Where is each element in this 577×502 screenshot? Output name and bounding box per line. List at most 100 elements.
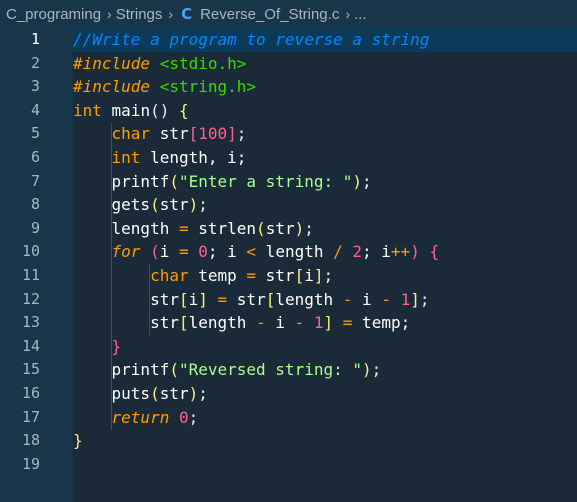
code-token: #include [73, 53, 151, 73]
code-token: str [150, 124, 189, 144]
breadcrumb-folder-c-programing[interactable]: C_programing [0, 6, 101, 23]
code-text: int length, i; [73, 146, 247, 170]
code-token: i [188, 289, 199, 309]
code-token: ; [371, 360, 382, 380]
code-line[interactable]: 17 return 0; [0, 406, 577, 430]
code-token: < [246, 242, 257, 262]
code-line[interactable]: 15 printf("Reversed string: "); [0, 358, 577, 382]
indent-guide [149, 264, 150, 335]
code-token: str [159, 195, 189, 215]
breadcrumb-ellipsis[interactable]: ... [354, 6, 367, 23]
code-token: temp [188, 266, 247, 285]
code-line[interactable]: 10 for (i = 0; i < length / 2; i++) { [0, 240, 577, 264]
code-token: ++ [390, 242, 411, 262]
code-line[interactable]: 13 str[length - i - 1] = temp; [0, 311, 577, 335]
line-number: 12 [21, 289, 40, 308]
code-token: - [256, 313, 266, 333]
code-token: - [294, 313, 305, 333]
breadcrumb-folder-strings[interactable]: Strings [116, 6, 163, 23]
code-token: length [73, 218, 179, 238]
code-token: ) [188, 195, 199, 215]
code-line[interactable]: 1 //Write a program to reverse a string [0, 28, 577, 52]
line-number: 17 [21, 407, 40, 426]
line-number: 8 [30, 195, 40, 214]
code-line[interactable]: 16 puts(str); [0, 382, 577, 406]
chevron-right-icon: › [345, 6, 350, 22]
code-token: } [73, 336, 122, 356]
code-token: <string.h> [150, 77, 257, 97]
code-line[interactable]: 6 int length, i; [0, 146, 577, 170]
chevron-right-icon: › [168, 6, 174, 22]
code-text: str[length - i - 1] = temp; [73, 311, 410, 335]
line-number: 5 [30, 124, 40, 143]
code-token: ; [323, 266, 334, 285]
code-token: ( [169, 360, 179, 380]
line-number: 10 [21, 242, 40, 261]
code-token: [ [178, 289, 189, 309]
code-line[interactable]: 18} [0, 429, 577, 453]
code-line[interactable]: 2 #include <stdio.h> [0, 52, 577, 76]
code-line[interactable]: 9 length = strlen(str); [0, 217, 577, 241]
code-token: ] [198, 289, 208, 309]
code-line[interactable]: 11 char temp = str[i]; [0, 264, 577, 288]
code-token: i [159, 242, 179, 262]
code-token: ; [419, 289, 430, 309]
code-token: int [73, 100, 102, 120]
code-token: ; [198, 384, 208, 403]
code-text: gets(str); [73, 193, 208, 217]
code-token: = [342, 313, 353, 333]
code-text: } [73, 335, 122, 359]
code-token: printf [73, 171, 170, 191]
code-line[interactable]: 19 [0, 453, 577, 477]
code-line[interactable]: 3 #include <string.h> [0, 75, 577, 99]
code-token: ; [362, 171, 372, 191]
code-token: 0 [169, 407, 189, 427]
code-token: 0 [188, 242, 208, 262]
code-text: } [73, 429, 83, 453]
code-text: int main() { [73, 99, 189, 123]
code-token: () [150, 100, 170, 120]
code-token: #include [73, 77, 151, 97]
code-token: { [169, 100, 189, 120]
line-number: 16 [21, 384, 40, 402]
code-token: ; [198, 195, 208, 215]
code-token: for [73, 242, 141, 262]
code-token: ; i [362, 242, 391, 262]
code-token: ( [150, 384, 160, 403]
code-line[interactable]: 14 } [0, 335, 577, 359]
code-line[interactable]: 7 printf("Enter a string: "); [0, 170, 577, 194]
code-text: char str[100]; [73, 122, 247, 146]
line-number: 18 [21, 431, 40, 450]
code-line[interactable]: 5 char str[100]; [0, 122, 577, 146]
code-token: ( [150, 195, 160, 215]
line-number: 6 [30, 148, 40, 166]
code-line[interactable]: 12 str[i] = str[length - i - 1]; [0, 288, 577, 312]
code-text: #include <stdio.h> [73, 52, 246, 76]
code-line[interactable]: 4 int main() { [0, 99, 577, 123]
code-token: - [342, 289, 353, 309]
code-line[interactable]: 8 gets(str); [0, 193, 577, 217]
breadcrumb-file[interactable]: Reverse_Of_String.c [200, 6, 339, 23]
code-token: str [73, 289, 179, 309]
code-token: i [304, 266, 314, 285]
code-token: [ [294, 266, 305, 285]
code-token: / [333, 242, 343, 262]
line-number: 9 [30, 218, 40, 237]
code-token: length, i; [140, 148, 247, 167]
code-text: return 0; [73, 406, 199, 430]
code-token: ( [140, 242, 160, 262]
code-text: printf("Reversed string: "); [73, 358, 382, 382]
line-number: 14 [21, 336, 40, 355]
code-token: ] [227, 124, 237, 144]
code-token: = [178, 242, 189, 262]
code-token: ) [352, 171, 362, 191]
line-number: 7 [30, 171, 40, 190]
code-token: printf [73, 360, 170, 380]
code-token: [ [265, 289, 276, 309]
line-number: 19 [21, 454, 40, 473]
code-token: temp; [352, 313, 411, 333]
indent-guide [111, 123, 112, 430]
code-token: ) [362, 360, 372, 380]
line-number: 13 [21, 313, 40, 332]
line-number: 11 [21, 266, 40, 284]
